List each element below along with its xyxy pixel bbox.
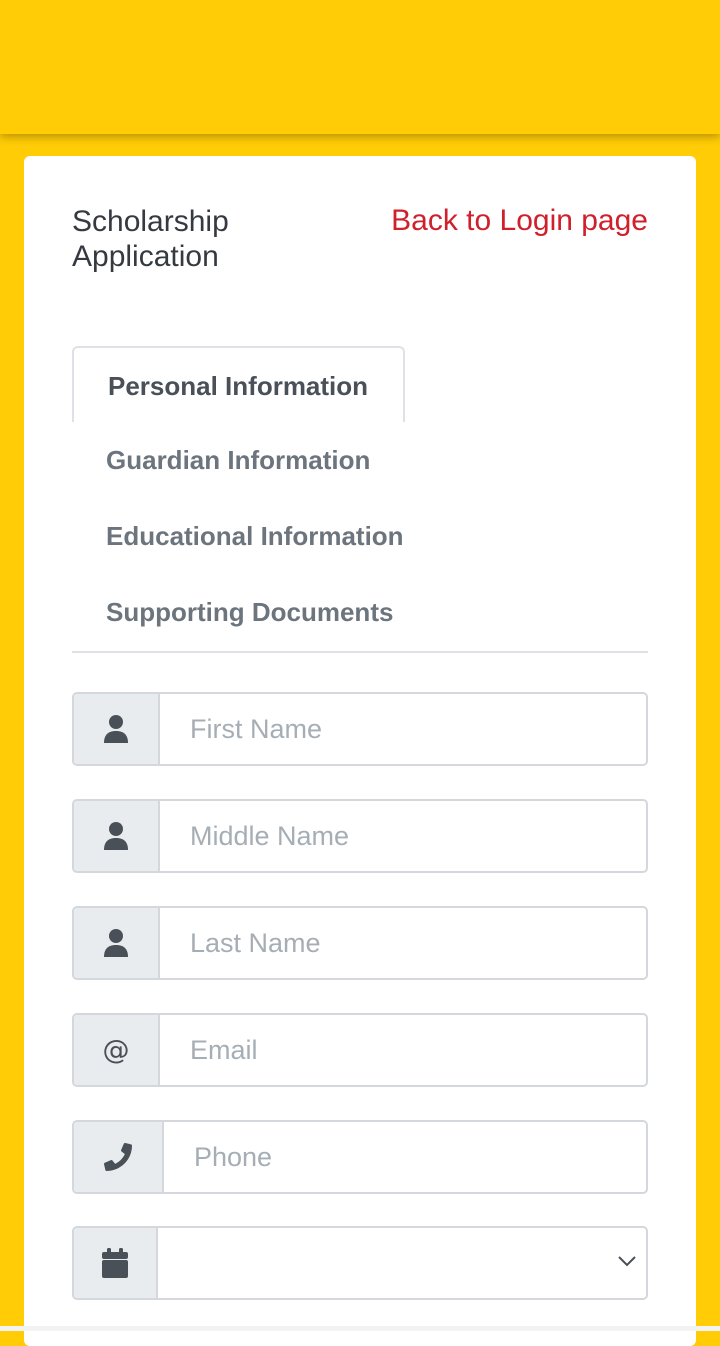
middle-name-group <box>72 799 648 873</box>
form-tabs: Personal Information Guardian Informatio… <box>72 346 648 653</box>
date-select-group <box>72 1226 648 1300</box>
phone-input[interactable] <box>164 1122 646 1192</box>
user-icon <box>74 908 160 978</box>
middle-name-input[interactable] <box>160 801 646 871</box>
email-input[interactable] <box>160 1015 646 1085</box>
at-sign-icon: @ <box>74 1015 160 1085</box>
tab-guardian-information[interactable]: Guardian Information <box>72 422 405 498</box>
application-card: Scholarship Application Back to Login pa… <box>24 156 696 1346</box>
phone-icon <box>74 1122 164 1192</box>
page-title: Scholarship Application <box>72 205 229 273</box>
phone-group <box>72 1120 648 1194</box>
chevron-down-icon <box>618 1256 636 1267</box>
first-name-group <box>72 692 648 766</box>
user-icon <box>74 694 160 764</box>
bottom-divider <box>0 1326 720 1331</box>
back-to-login-link[interactable]: Back to Login page <box>391 203 648 239</box>
last-name-input[interactable] <box>160 908 646 978</box>
last-name-group <box>72 906 648 980</box>
date-select[interactable] <box>158 1228 646 1298</box>
tab-supporting-documents[interactable]: Supporting Documents <box>72 574 405 650</box>
calendar-icon <box>74 1228 158 1298</box>
top-app-bar <box>0 0 720 134</box>
tab-educational-information[interactable]: Educational Information <box>72 498 405 574</box>
user-icon <box>74 801 160 871</box>
email-group: @ <box>72 1013 648 1087</box>
tab-personal-information[interactable]: Personal Information <box>72 346 405 422</box>
first-name-input[interactable] <box>160 694 646 764</box>
